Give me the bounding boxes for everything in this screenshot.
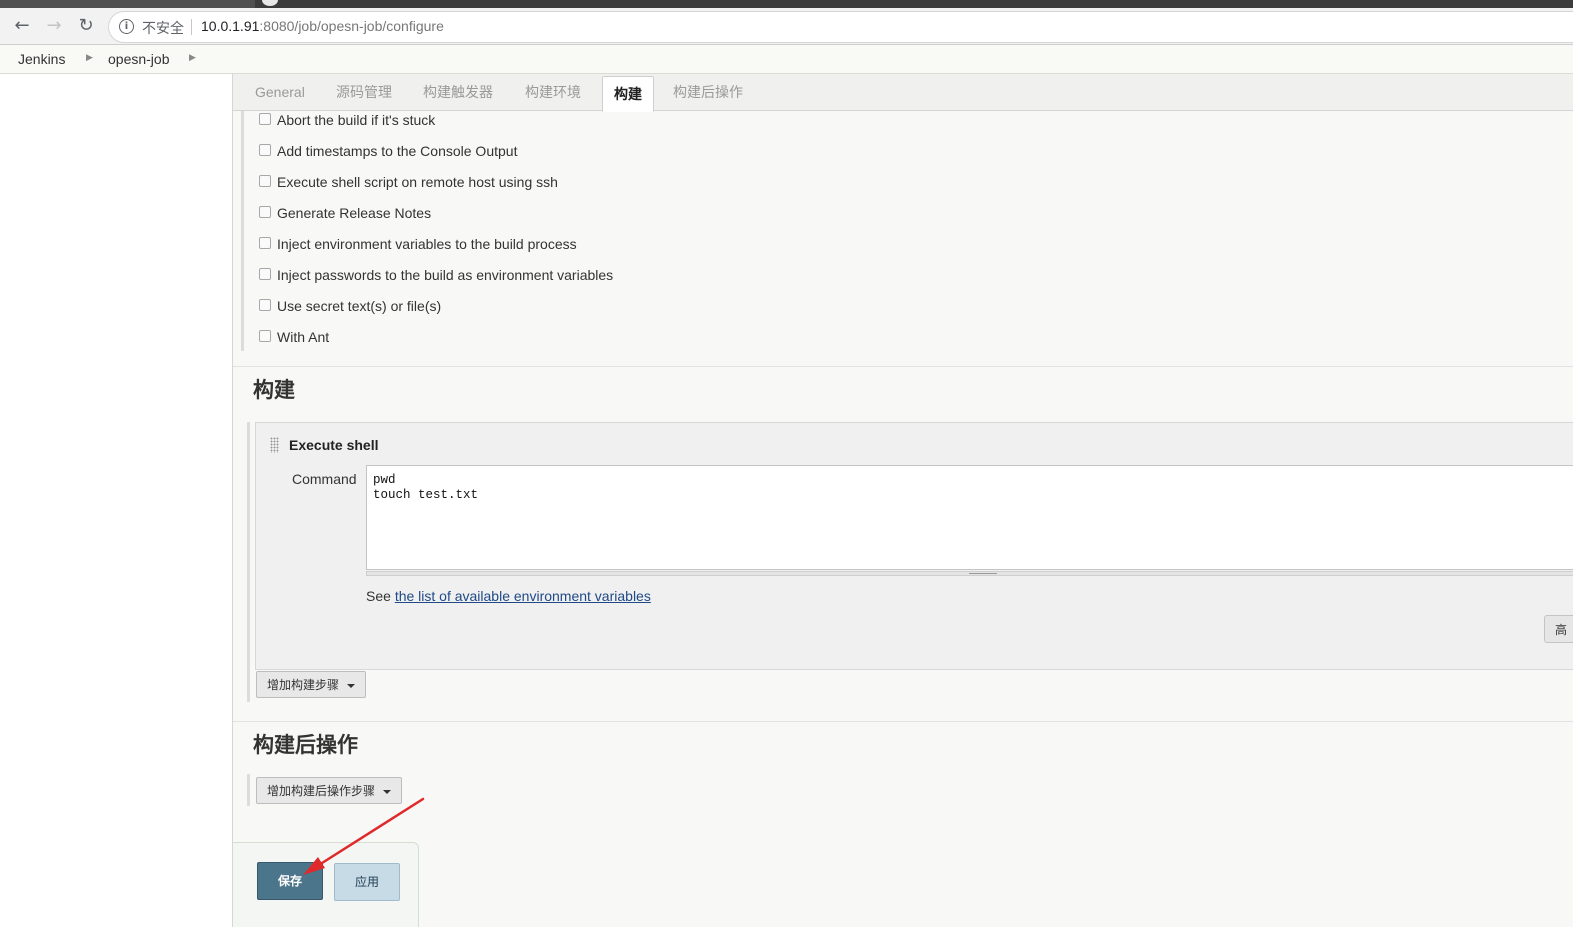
checkbox-label[interactable]: Add timestamps to the Console Output xyxy=(277,143,517,159)
tab-source-control[interactable]: 源码管理 xyxy=(336,74,392,110)
tab-build-triggers[interactable]: 构建触发器 xyxy=(423,74,493,110)
checkbox-label[interactable]: Execute shell script on remote host usin… xyxy=(277,174,558,190)
reload-icon[interactable]: ↻ xyxy=(74,14,98,38)
checkbox[interactable] xyxy=(259,330,271,342)
tab-general[interactable]: General xyxy=(255,74,305,110)
command-textarea[interactable]: pwd touch test.txt xyxy=(366,465,1573,570)
forward-arrow-icon[interactable]: → xyxy=(42,14,66,38)
breadcrumb-arrow-icon[interactable]: ▶ xyxy=(86,53,93,63)
textarea-resize-handle[interactable] xyxy=(366,571,1573,576)
add-build-step-label: 增加构建步骤 xyxy=(267,678,340,692)
env-vars-hint: See the list of available environment va… xyxy=(366,588,651,604)
section-divider xyxy=(233,721,1573,722)
browser-tab-bar xyxy=(255,0,1573,8)
resize-grip-icon xyxy=(969,573,997,575)
caret-down-icon xyxy=(383,789,392,794)
checkbox-label[interactable]: Use secret text(s) or file(s) xyxy=(277,298,441,314)
browser-address-bar: ← → ↻ i 不安全 10.0.1.91:8080/job/opesn-job… xyxy=(0,8,1573,45)
breadcrumb-job[interactable]: opesn-job xyxy=(108,51,170,67)
post-build-section xyxy=(247,774,251,806)
url-path: :8080/job/opesn-job/configure xyxy=(259,18,444,34)
checkbox[interactable] xyxy=(259,268,271,280)
checkbox-label[interactable]: With Ant xyxy=(277,329,329,345)
section-divider xyxy=(233,366,1573,367)
checkbox[interactable] xyxy=(259,206,271,218)
save-button[interactable]: 保存 xyxy=(257,862,323,900)
build-section-title: 构建 xyxy=(253,379,295,402)
url-text[interactable]: 10.0.1.91:8080/job/opesn-job/configure xyxy=(201,18,444,34)
env-vars-hint-prefix: See xyxy=(366,588,395,604)
step-title: Execute shell xyxy=(289,437,379,453)
url-host: 10.0.1.91 xyxy=(201,18,260,34)
add-post-build-step-label: 增加构建后操作步骤 xyxy=(267,784,376,798)
sidebar xyxy=(0,74,233,927)
url-omnibox[interactable]: i 不安全 10.0.1.91:8080/job/opesn-job/confi… xyxy=(108,11,1573,43)
add-post-build-step-button[interactable]: 增加构建后操作步骤 xyxy=(256,777,403,804)
tab-build-environment[interactable]: 构建环境 xyxy=(525,74,581,110)
breadcrumb-jenkins[interactable]: Jenkins xyxy=(18,51,65,67)
checkbox-label[interactable]: Abort the build if it's stuck xyxy=(277,112,435,128)
build-environment-section: Abort the build if it's stuck Add timest… xyxy=(241,111,1573,351)
tab-post-build[interactable]: 构建后操作 xyxy=(673,74,743,110)
config-form: General 源码管理 构建触发器 构建环境 构建 构建后操作 Abort t… xyxy=(233,74,1573,927)
back-arrow-icon[interactable]: ← xyxy=(10,14,34,38)
execute-shell-step: Execute shell Command pwd touch test.txt… xyxy=(255,422,1573,670)
apply-button[interactable]: 应用 xyxy=(334,863,400,901)
checkbox[interactable] xyxy=(259,237,271,249)
advanced-button[interactable]: 高 xyxy=(1544,615,1573,643)
checkbox-label[interactable]: Inject passwords to the build as environ… xyxy=(277,267,613,283)
env-vars-link[interactable]: the list of available environment variab… xyxy=(395,588,651,604)
post-build-section-title: 构建后操作 xyxy=(253,734,358,757)
checkbox[interactable] xyxy=(259,113,271,125)
checkbox-label[interactable]: Generate Release Notes xyxy=(277,205,431,221)
checkbox-label[interactable]: Inject environment variables to the buil… xyxy=(277,236,577,252)
add-build-step-button[interactable]: 增加构建步骤 xyxy=(256,671,367,698)
caret-down-icon xyxy=(347,683,356,688)
breadcrumb: Jenkins ▶ opesn-job ▶ xyxy=(0,45,1573,74)
config-tab-bar: General 源码管理 构建触发器 构建环境 构建 构建后操作 xyxy=(233,74,1573,112)
browser-tab-strip xyxy=(0,0,1573,8)
drag-handle-icon[interactable] xyxy=(270,437,279,453)
info-icon[interactable]: i xyxy=(119,19,134,34)
breadcrumb-arrow-icon[interactable]: ▶ xyxy=(189,53,196,63)
security-label[interactable]: 不安全 xyxy=(142,18,184,38)
tab-build[interactable]: 构建 xyxy=(602,76,654,112)
command-label: Command xyxy=(292,471,357,487)
omnibox-divider xyxy=(191,19,192,35)
checkbox[interactable] xyxy=(259,299,271,311)
checkbox[interactable] xyxy=(259,144,271,156)
checkbox[interactable] xyxy=(259,175,271,187)
